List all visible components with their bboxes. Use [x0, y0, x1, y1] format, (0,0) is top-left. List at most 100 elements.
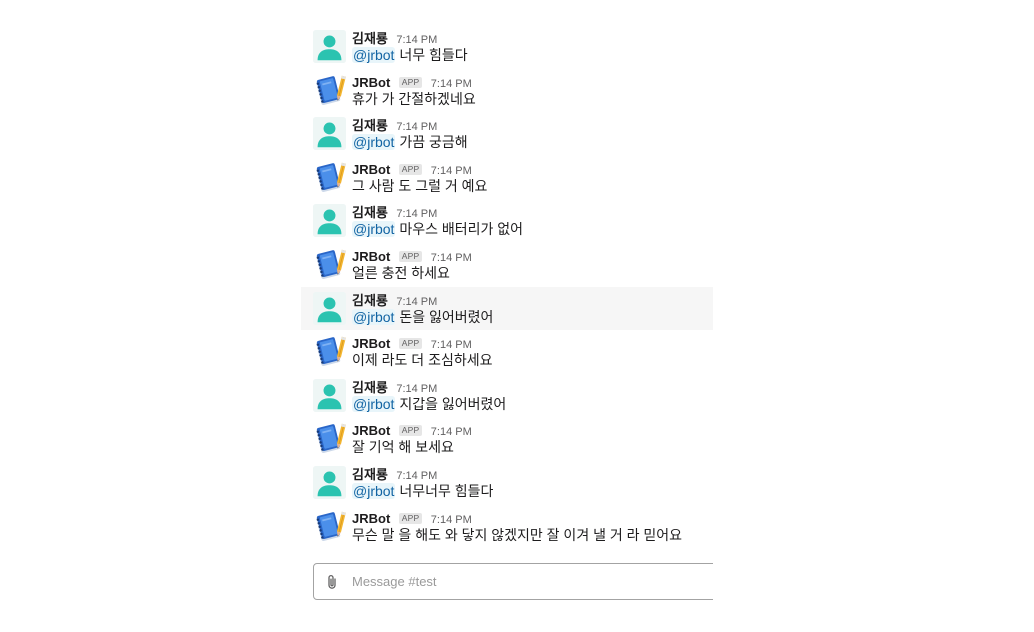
app-badge: APP	[398, 425, 423, 437]
message-row[interactable]: JRBot APP 7:14 PM 그 사람 도 그럴 거 예요	[301, 156, 713, 200]
notebook-pencil-avatar-icon[interactable]	[313, 335, 346, 368]
person-avatar-icon[interactable]	[313, 292, 346, 325]
notebook-pencil-avatar-icon[interactable]	[313, 510, 346, 543]
message-row[interactable]: JRBot APP 7:14 PM 잘 기억 해 보세요	[301, 417, 713, 461]
message-text: @jrbot 너무 힘들다	[352, 47, 707, 64]
message-header: JRBot APP 7:14 PM	[352, 510, 707, 527]
timestamp[interactable]: 7:14 PM	[396, 470, 437, 482]
app-badge: APP	[398, 163, 423, 175]
message-row[interactable]: JRBot APP 7:14 PM 이제 라도 더 조심하세요	[301, 330, 713, 374]
mention-link[interactable]: @jrbot	[352, 482, 396, 499]
message-content: JRBot APP 7:14 PM 휴가 가 간절하겠네요	[352, 74, 707, 108]
message-body: 돈을 잃어버렸어	[399, 308, 494, 325]
person-avatar-icon[interactable]	[313, 30, 346, 63]
message-header: 김재룡 7:14 PM	[352, 466, 707, 483]
message-row[interactable]: 김재룡 7:14 PM @jrbot 마우스 배터리가 없어	[301, 199, 713, 243]
timestamp[interactable]: 7:14 PM	[431, 339, 472, 351]
message-body: 잘 기억 해 보세요	[352, 439, 454, 456]
message-header: JRBot APP 7:14 PM	[352, 248, 707, 265]
author-name[interactable]: JRBot	[352, 423, 390, 438]
mention-link[interactable]: @jrbot	[352, 395, 396, 412]
message-input[interactable]	[352, 564, 713, 599]
message-text: 휴가 가 간절하겠네요	[352, 91, 707, 108]
timestamp[interactable]: 7:14 PM	[396, 34, 437, 46]
timestamp[interactable]: 7:14 PM	[431, 252, 472, 264]
message-header: 김재룡 7:14 PM	[352, 292, 707, 309]
timestamp[interactable]: 7:14 PM	[431, 165, 472, 177]
message-row[interactable]: 김재룡 7:14 PM @jrbot 지갑을 잃어버렸어	[301, 374, 713, 418]
message-row[interactable]: 김재룡 7:14 PM @jrbot 너무 힘들다	[301, 25, 713, 69]
message-content: 김재룡 7:14 PM @jrbot 너무너무 힘들다	[352, 466, 707, 500]
message-header: JRBot APP 7:14 PM	[352, 422, 707, 439]
timestamp[interactable]: 7:14 PM	[396, 296, 437, 308]
notebook-pencil-avatar-icon[interactable]	[313, 248, 346, 281]
notebook-pencil-avatar-icon[interactable]	[313, 422, 346, 455]
mention-link[interactable]: @jrbot	[352, 308, 396, 325]
message-content: JRBot APP 7:14 PM 무슨 말 을 해도 와 닿지 않겠지만 잘 …	[352, 510, 707, 544]
person-avatar-icon[interactable]	[313, 204, 346, 237]
message-content: 김재룡 7:14 PM @jrbot 돈을 잃어버렸어	[352, 292, 707, 326]
message-row-hovered[interactable]: 김재룡 7:14 PM @jrbot 돈을 잃어버렸어	[301, 286, 713, 331]
app-badge: APP	[398, 512, 423, 524]
message-header: JRBot APP 7:14 PM	[352, 335, 707, 352]
timestamp[interactable]: 7:14 PM	[431, 426, 472, 438]
message-header: 김재룡 7:14 PM	[352, 204, 707, 221]
person-avatar-icon[interactable]	[313, 379, 346, 412]
message-body: 휴가 가 간절하겠네요	[352, 90, 476, 107]
message-text: @jrbot 가끔 궁금해	[352, 134, 707, 151]
message-content: JRBot APP 7:14 PM 이제 라도 더 조심하세요	[352, 335, 707, 369]
message-body: 그 사람 도 그럴 거 예요	[352, 177, 488, 194]
person-avatar-icon[interactable]	[313, 117, 346, 150]
mention-link[interactable]: @jrbot	[352, 221, 396, 238]
message-content: 김재룡 7:14 PM @jrbot 가끔 궁금해	[352, 117, 707, 151]
message-text: 얼른 충전 하세요	[352, 265, 707, 282]
timestamp[interactable]: 7:14 PM	[396, 121, 437, 133]
message-text: @jrbot 돈을 잃어버렸어	[352, 308, 707, 326]
message-body: 마우스 배터리가 없어	[399, 221, 524, 238]
timestamp[interactable]: 7:14 PM	[431, 514, 472, 526]
message-text: @jrbot 너무너무 힘들다	[352, 482, 707, 500]
app-badge: APP	[398, 250, 423, 262]
author-name[interactable]: JRBot	[352, 162, 390, 177]
message-body: 너무 힘들다	[399, 47, 468, 63]
author-name[interactable]: 김재룡	[352, 380, 388, 395]
author-name[interactable]: 김재룡	[352, 467, 388, 482]
message-row[interactable]: 김재룡 7:14 PM @jrbot 너무너무 힘들다	[301, 461, 713, 505]
timestamp[interactable]: 7:14 PM	[396, 383, 437, 395]
message-text: @jrbot 지갑을 잃어버렸어	[352, 395, 707, 413]
mention-link[interactable]: @jrbot	[352, 47, 396, 63]
person-avatar-icon[interactable]	[313, 466, 346, 499]
message-content: JRBot APP 7:14 PM 그 사람 도 그럴 거 예요	[352, 161, 707, 195]
message-header: 김재룡 7:14 PM	[352, 117, 707, 134]
message-row[interactable]: 김재룡 7:14 PM @jrbot 가끔 궁금해	[301, 112, 713, 156]
message-body: 얼른 충전 하세요	[352, 264, 450, 281]
timestamp[interactable]: 7:14 PM	[431, 78, 472, 90]
author-name[interactable]: 김재룡	[352, 293, 388, 308]
author-name[interactable]: 김재룡	[352, 118, 388, 133]
message-header: 김재룡 7:14 PM	[352, 30, 707, 47]
message-row[interactable]: JRBot APP 7:14 PM 얼른 충전 하세요	[301, 243, 713, 287]
author-name[interactable]: 김재룡	[352, 31, 388, 46]
mention-link[interactable]: @jrbot	[352, 134, 396, 151]
message-text: 이제 라도 더 조심하세요	[352, 352, 707, 369]
message-text: 그 사람 도 그럴 거 예요	[352, 178, 707, 195]
paperclip-icon[interactable]	[326, 574, 338, 590]
message-header: JRBot APP 7:14 PM	[352, 161, 707, 178]
notebook-pencil-avatar-icon[interactable]	[313, 161, 346, 194]
message-body: 가끔 궁금해	[399, 134, 468, 151]
author-name[interactable]: JRBot	[352, 75, 390, 90]
message-body: 지갑을 잃어버렸어	[399, 395, 507, 412]
author-name[interactable]: 김재룡	[352, 205, 388, 220]
message-composer	[313, 563, 713, 600]
notebook-pencil-avatar-icon[interactable]	[313, 74, 346, 107]
author-name[interactable]: JRBot	[352, 249, 390, 264]
message-row[interactable]: JRBot APP 7:14 PM 무슨 말 을 해도 와 닿지 않겠지만 잘 …	[301, 505, 713, 549]
author-name[interactable]: JRBot	[352, 336, 390, 351]
message-text: @jrbot 마우스 배터리가 없어	[352, 221, 707, 238]
timestamp[interactable]: 7:14 PM	[396, 208, 437, 220]
message-text: 무슨 말 을 해도 와 닿지 않겠지만 잘 이겨 낼 거 라 믿어요	[352, 527, 707, 544]
author-name[interactable]: JRBot	[352, 511, 390, 526]
composer-box[interactable]	[313, 563, 713, 600]
message-content: 김재룡 7:14 PM @jrbot 마우스 배터리가 없어	[352, 204, 707, 238]
message-row[interactable]: JRBot APP 7:14 PM 휴가 가 간절하겠네요	[301, 69, 713, 113]
